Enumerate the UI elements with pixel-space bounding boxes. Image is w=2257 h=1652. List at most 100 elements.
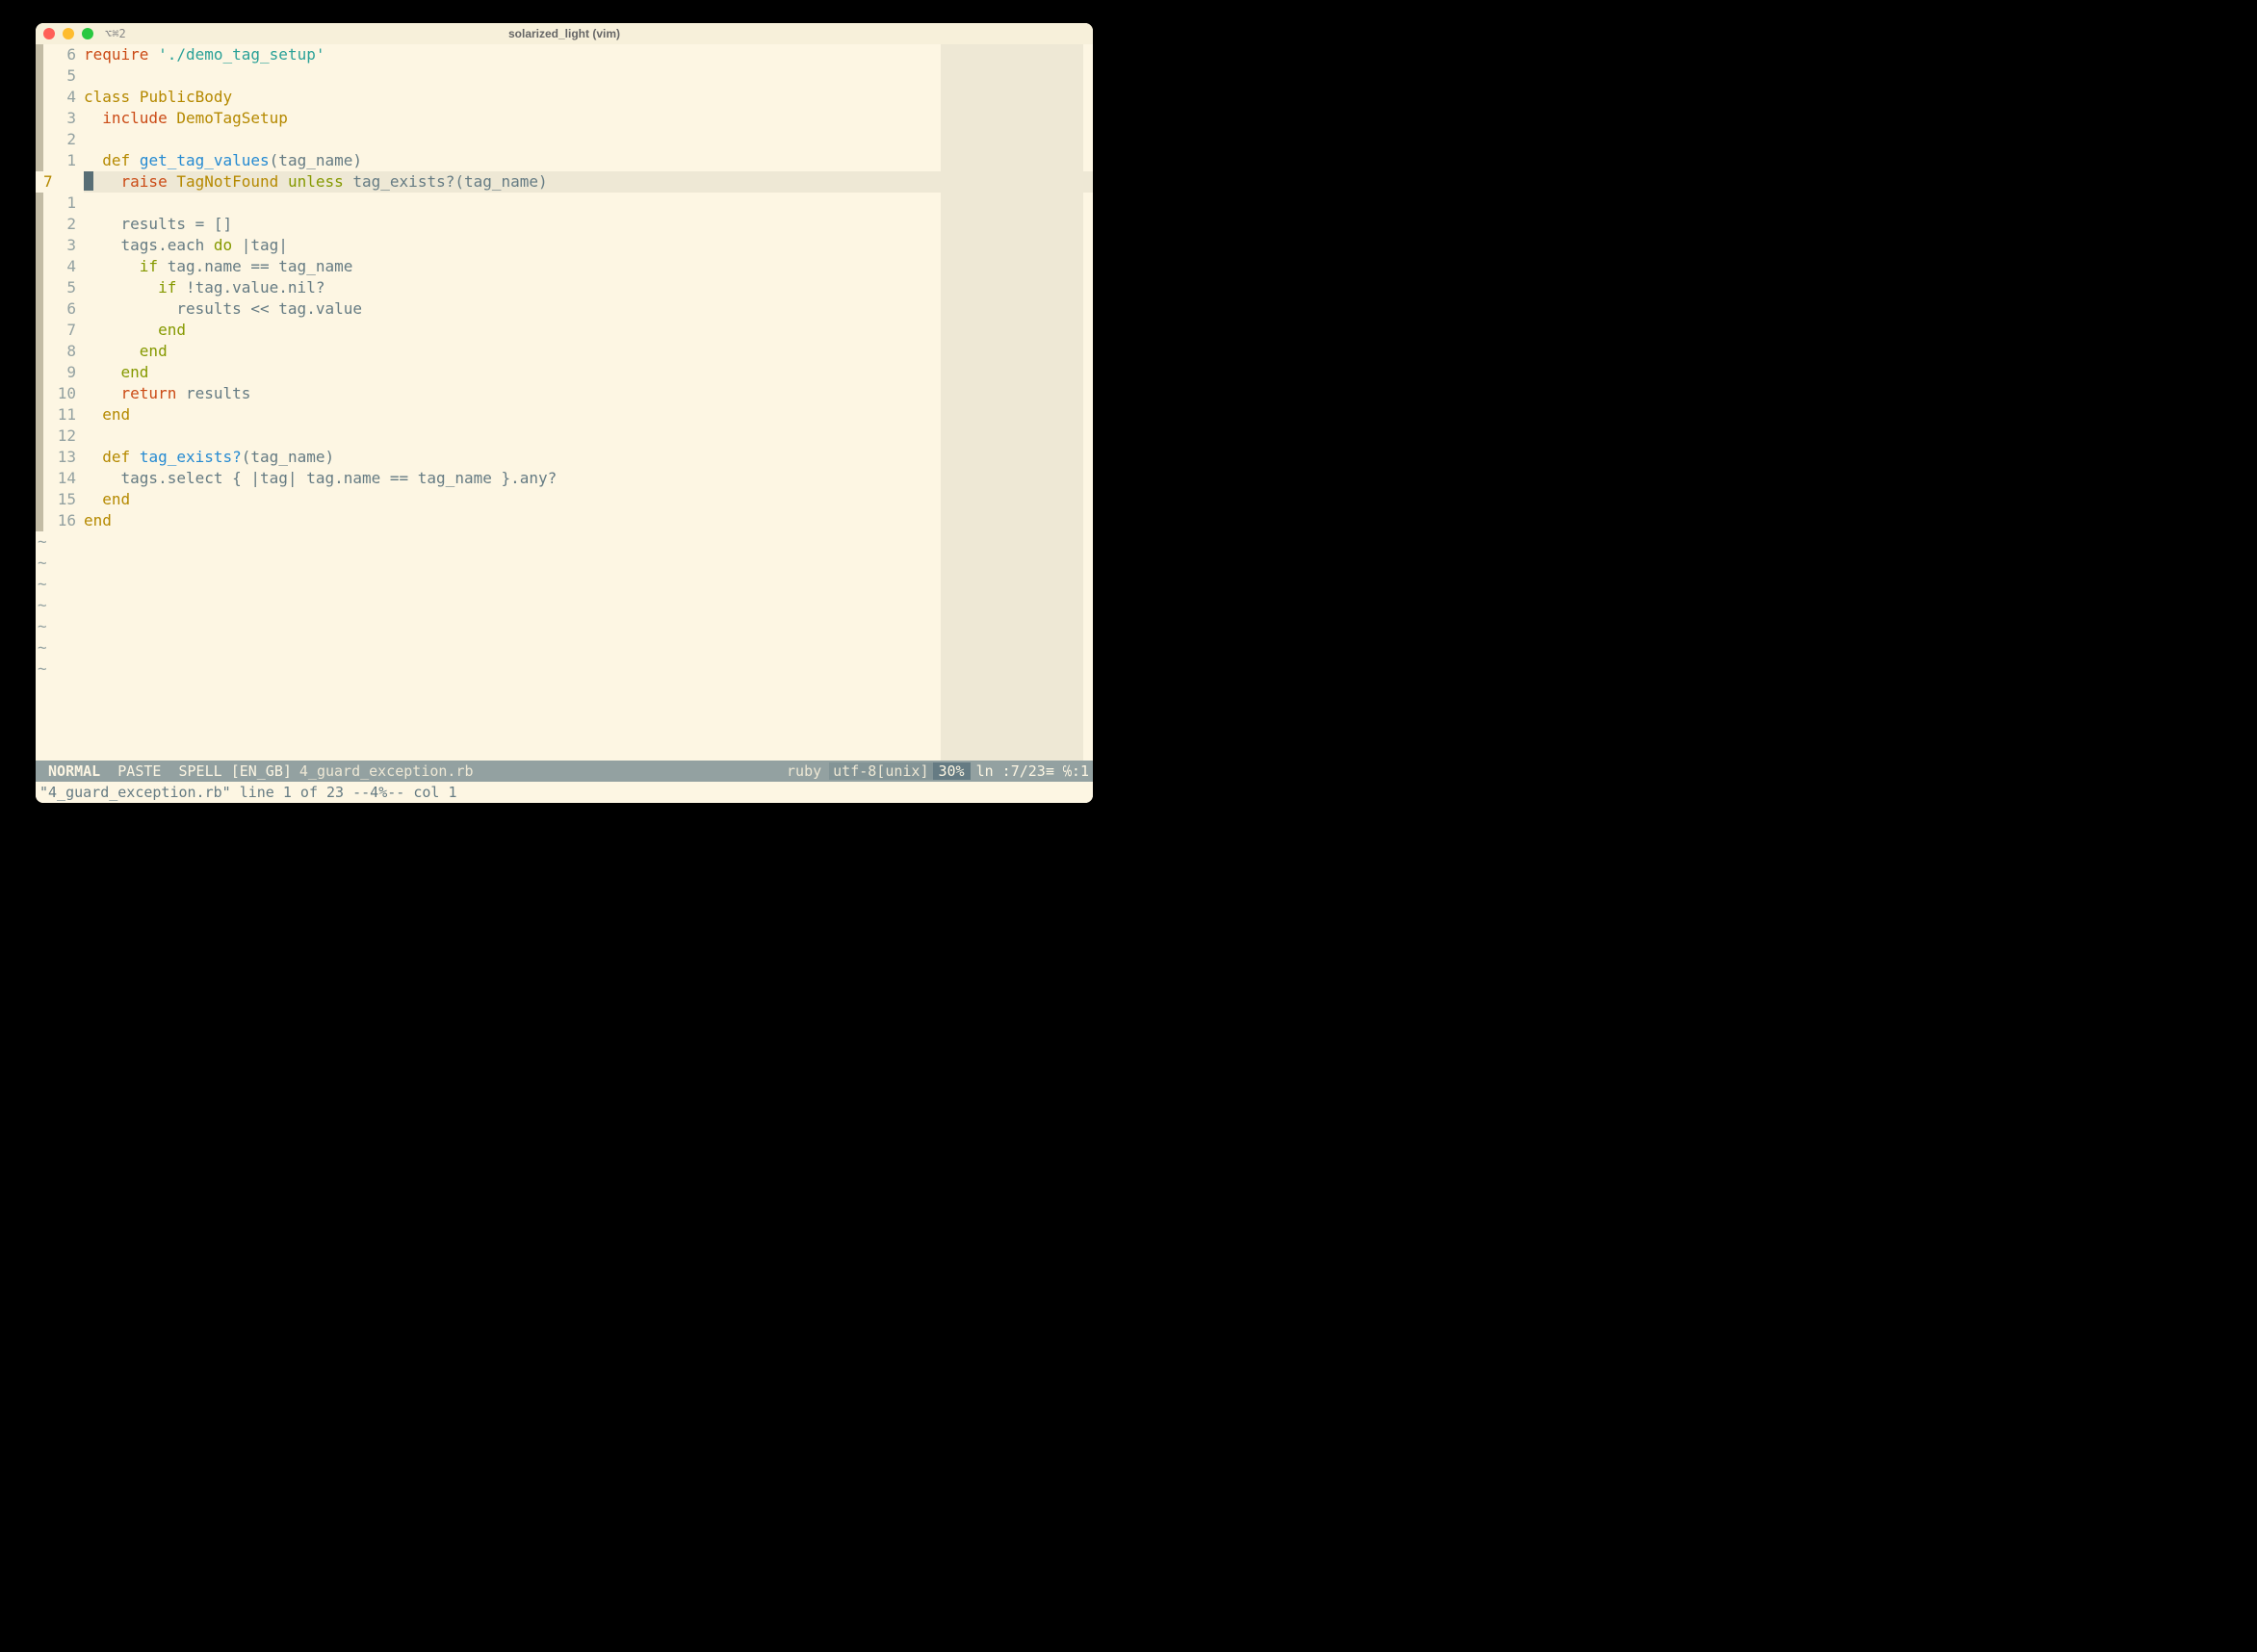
code-line[interactable]: 12 xyxy=(36,426,1093,447)
code-line[interactable]: 7 end xyxy=(36,320,1093,341)
code-line[interactable]: 14 tags.select { |tag| tag.name == tag_n… xyxy=(36,468,1093,489)
line-number: 4 xyxy=(43,87,84,108)
empty-line-tilde: ~ xyxy=(36,595,1093,616)
sign-column xyxy=(36,489,43,510)
code-content[interactable]: class PublicBody xyxy=(84,87,232,108)
code-content[interactable]: return results xyxy=(84,383,250,404)
tab-indicator: ⌥⌘2 xyxy=(105,27,126,40)
line-number: 3 xyxy=(43,235,84,256)
sign-column xyxy=(36,447,43,468)
code-content[interactable]: tags.each do |tag| xyxy=(84,235,288,256)
cursor xyxy=(84,171,93,191)
code-content[interactable]: end xyxy=(84,320,186,341)
status-filename: 4_guard_exception.rb xyxy=(299,762,474,780)
line-number: 4 xyxy=(43,256,84,277)
code-line[interactable]: 2 xyxy=(36,129,1093,150)
code-line[interactable]: 5 if !tag.value.nil? xyxy=(36,277,1093,298)
code-line[interactable]: 3 tags.each do |tag| xyxy=(36,235,1093,256)
line-number: 9 xyxy=(43,362,84,383)
sign-column xyxy=(36,383,43,404)
status-filetype: ruby xyxy=(787,762,821,780)
code-line[interactable]: 13 def tag_exists?(tag_name) xyxy=(36,447,1093,468)
code-line[interactable]: 6 results << tag.value xyxy=(36,298,1093,320)
code-area[interactable]: 6require './demo_tag_setup'54class Publi… xyxy=(36,44,1093,761)
code-content[interactable]: end xyxy=(84,362,148,383)
status-encoding: utf-8[unix] xyxy=(829,762,932,780)
line-number: 7 xyxy=(43,320,84,341)
code-line[interactable]: 4 if tag.name == tag_name xyxy=(36,256,1093,277)
empty-line-tilde: ~ xyxy=(36,574,1093,595)
code-line[interactable]: 10 return results xyxy=(36,383,1093,404)
code-content[interactable]: end xyxy=(84,404,130,426)
code-content[interactable]: results = [] xyxy=(84,214,232,235)
sign-column xyxy=(36,65,43,87)
code-content[interactable]: def get_tag_values(tag_name) xyxy=(84,150,362,171)
line-number: 7 xyxy=(43,171,84,193)
status-paste: PASTE xyxy=(117,762,161,780)
minimize-icon[interactable] xyxy=(63,28,74,39)
code-line[interactable]: 5 xyxy=(36,65,1093,87)
zoom-icon[interactable] xyxy=(82,28,93,39)
code-line[interactable]: 15 end xyxy=(36,489,1093,510)
sign-column xyxy=(36,341,43,362)
code-line[interactable]: 9 end xyxy=(36,362,1093,383)
line-number: 8 xyxy=(43,341,84,362)
code-content[interactable]: results << tag.value xyxy=(84,298,362,320)
status-lang: [EN_GB] xyxy=(231,762,292,780)
sign-column xyxy=(36,87,43,108)
code-line[interactable]: 2 results = [] xyxy=(36,214,1093,235)
code-content[interactable]: raise TagNotFound unless tag_exists?(tag… xyxy=(84,171,548,193)
line-number: 2 xyxy=(43,214,84,235)
sign-column xyxy=(36,426,43,447)
empty-line-tilde: ~ xyxy=(36,658,1093,680)
code-content[interactable]: if tag.name == tag_name xyxy=(84,256,352,277)
line-number: 16 xyxy=(43,510,84,531)
sign-column xyxy=(36,320,43,341)
line-number: 13 xyxy=(43,447,84,468)
code-line[interactable]: 1 def get_tag_values(tag_name) xyxy=(36,150,1093,171)
sign-column xyxy=(36,235,43,256)
sign-column xyxy=(36,468,43,489)
line-number: 1 xyxy=(43,150,84,171)
line-number: 14 xyxy=(43,468,84,489)
code-line[interactable]: 11 end xyxy=(36,404,1093,426)
titlebar: ⌥⌘2 solarized_light (vim) xyxy=(36,23,1093,44)
command-line[interactable]: "4_guard_exception.rb" line 1 of 23 --4%… xyxy=(36,782,1093,803)
code-line[interactable]: 8 end xyxy=(36,341,1093,362)
line-number: 6 xyxy=(43,298,84,320)
line-number: 5 xyxy=(43,277,84,298)
code-content[interactable]: end xyxy=(84,510,112,531)
line-number: 11 xyxy=(43,404,84,426)
editor-area[interactable]: 6require './demo_tag_setup'54class Publi… xyxy=(36,44,1093,803)
code-line[interactable]: 16end xyxy=(36,510,1093,531)
code-content[interactable]: require './demo_tag_setup' xyxy=(84,44,324,65)
line-number: 15 xyxy=(43,489,84,510)
code-line[interactable]: 6require './demo_tag_setup' xyxy=(36,44,1093,65)
sign-column xyxy=(36,193,43,214)
code-content[interactable]: end xyxy=(84,341,168,362)
line-number: 6 xyxy=(43,44,84,65)
line-number: 12 xyxy=(43,426,84,447)
empty-line-tilde: ~ xyxy=(36,531,1093,553)
sign-column xyxy=(36,362,43,383)
terminal-window: ⌥⌘2 solarized_light (vim) 6require './de… xyxy=(36,23,1093,803)
code-content[interactable]: tags.select { |tag| tag.name == tag_name… xyxy=(84,468,557,489)
code-line[interactable]: 7 raise TagNotFound unless tag_exists?(t… xyxy=(36,171,1093,193)
code-content[interactable]: if !tag.value.nil? xyxy=(84,277,324,298)
code-line[interactable]: 1 xyxy=(36,193,1093,214)
sign-column xyxy=(36,404,43,426)
status-mode: NORMAL xyxy=(39,762,109,780)
traffic-lights xyxy=(43,28,93,39)
line-number: 5 xyxy=(43,65,84,87)
close-icon[interactable] xyxy=(43,28,55,39)
code-content[interactable]: include DemoTagSetup xyxy=(84,108,288,129)
status-position: ln :7/23≡ ℅:1 xyxy=(971,762,1089,780)
sign-column xyxy=(36,214,43,235)
sign-column xyxy=(36,298,43,320)
sign-column xyxy=(36,510,43,531)
code-line[interactable]: 3 include DemoTagSetup xyxy=(36,108,1093,129)
code-content[interactable]: end xyxy=(84,489,130,510)
sign-column xyxy=(36,129,43,150)
code-content[interactable]: def tag_exists?(tag_name) xyxy=(84,447,334,468)
code-line[interactable]: 4class PublicBody xyxy=(36,87,1093,108)
